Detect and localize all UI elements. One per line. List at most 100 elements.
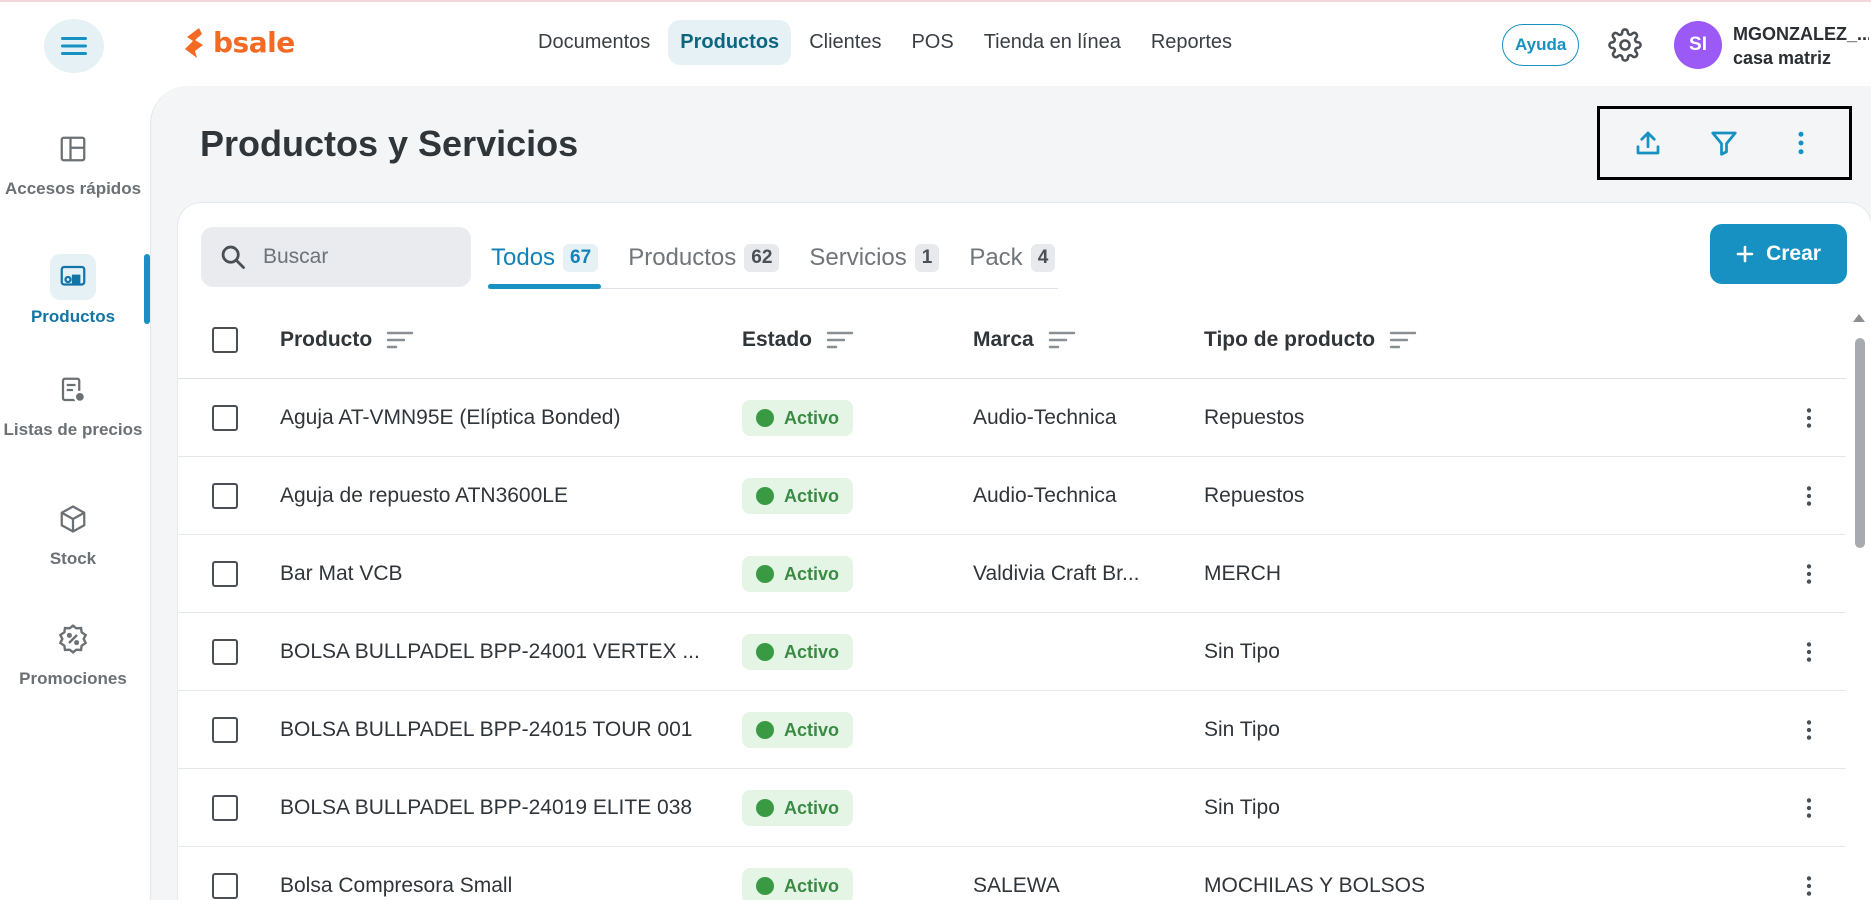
status-label: Activo [784, 563, 840, 584]
row-checkbox[interactable] [212, 639, 238, 665]
status-label: Activo [784, 797, 840, 818]
tab-label: Todos [491, 244, 556, 271]
nav-item-productos[interactable]: Productos [668, 20, 792, 65]
more-vertical-icon [1806, 876, 1812, 896]
table-row[interactable]: BOLSA BULLPADEL BPP-24019 ELITE 038 Acti… [178, 769, 1846, 847]
settings-button[interactable] [1608, 28, 1642, 67]
product-type: Sin Tipo [1204, 796, 1280, 819]
status-dot [756, 799, 774, 817]
more-options-button[interactable] [1777, 119, 1825, 167]
select-all-checkbox-cell [212, 301, 238, 379]
row-menu-button[interactable] [1794, 403, 1824, 433]
nav-item-tienda-en-linea[interactable]: Tienda en línea [972, 20, 1133, 65]
layout-icon [60, 136, 86, 162]
row-checkbox[interactable] [212, 405, 238, 431]
product-name[interactable]: BOLSA BULLPADEL BPP-24001 VERTEX ... [280, 613, 700, 691]
status-dot [756, 409, 774, 427]
tab-label: Productos [628, 244, 737, 271]
sidebar-item-productos[interactable]: Productos [0, 254, 146, 327]
nav-item-pos[interactable]: POS [899, 20, 965, 65]
user-branch[interactable]: casa matriz [1733, 48, 1831, 69]
sort-icon[interactable] [826, 329, 854, 351]
product-type: Sin Tipo [1204, 718, 1280, 741]
nav-item-documentos[interactable]: Documentos [526, 20, 662, 65]
nav-item-reportes[interactable]: Reportes [1139, 20, 1244, 65]
status-dot [756, 877, 774, 895]
status-badge: Activo [742, 634, 854, 670]
status-label: Activo [784, 407, 840, 428]
column-header-producto[interactable]: Producto [280, 301, 414, 379]
search-box[interactable] [201, 227, 471, 287]
status-badge: Activo [742, 556, 854, 592]
search-input[interactable] [263, 245, 463, 269]
sort-icon[interactable] [1389, 329, 1417, 351]
filter-button[interactable] [1700, 119, 1748, 167]
bsale-logo[interactable]: bsale [183, 26, 295, 59]
scroll-up-arrow[interactable] [1853, 314, 1865, 322]
table-row[interactable]: Aguja de repuesto ATN3600LE Activo Audio… [178, 457, 1846, 535]
export-button[interactable] [1624, 119, 1672, 167]
column-header-estado[interactable]: Estado [742, 301, 854, 379]
box-icon [60, 505, 86, 533]
help-button[interactable]: Ayuda [1502, 24, 1580, 66]
hamburger-menu-button[interactable] [44, 19, 104, 73]
product-name[interactable]: Aguja AT-VMN95E (Elíptica Bonded) [280, 379, 620, 457]
vertical-scrollbar-thumb[interactable] [1855, 338, 1865, 548]
tab-count-badge: 1 [914, 244, 940, 272]
row-menu-button[interactable] [1794, 793, 1824, 823]
table-row[interactable]: BOLSA BULLPADEL BPP-24001 VERTEX ... Act… [178, 613, 1846, 691]
row-checkbox-cell [212, 691, 238, 769]
tab-servicios[interactable]: Servicios 1 [806, 229, 942, 287]
sidebar-item-label: Productos [30, 307, 116, 326]
nav-item-clientes[interactable]: Clientes [797, 20, 893, 65]
sidebar-item-promociones[interactable]: Promociones [0, 616, 146, 689]
table-row[interactable]: Bar Mat VCB Activo Valdivia Craft Br... … [178, 535, 1846, 613]
hamburger-icon [61, 37, 87, 55]
column-header-label: Tipo de producto [1204, 328, 1376, 351]
product-type: Sin Tipo [1204, 640, 1280, 663]
row-checkbox-cell [212, 379, 238, 457]
sidebar-item-accesos-rapidos[interactable]: Accesos rápidos [0, 126, 146, 199]
row-menu-button[interactable] [1794, 481, 1824, 511]
sort-icon[interactable] [1048, 329, 1076, 351]
row-menu-button[interactable] [1794, 715, 1824, 745]
row-checkbox-cell [212, 457, 238, 535]
table-row[interactable]: Aguja AT-VMN95E (Elíptica Bonded) Activo… [178, 379, 1846, 457]
product-name[interactable]: Aguja de repuesto ATN3600LE [280, 457, 568, 535]
tab-todos[interactable]: Todos 67 [488, 229, 602, 289]
plus-icon [1736, 245, 1754, 263]
row-menu-button[interactable] [1794, 871, 1824, 900]
sidebar-icon-box [50, 126, 96, 172]
table-row[interactable]: BOLSA BULLPADEL BPP-24015 TOUR 001 Activ… [178, 691, 1846, 769]
row-checkbox[interactable] [212, 483, 238, 509]
column-header-label: Producto [280, 328, 373, 351]
product-name[interactable]: BOLSA BULLPADEL BPP-24015 TOUR 001 [280, 691, 692, 769]
tab-productos[interactable]: Productos 62 [625, 229, 782, 287]
table-row[interactable]: Bolsa Compresora Small Activo SALEWA MOC… [178, 847, 1846, 900]
row-menu-button[interactable] [1794, 559, 1824, 589]
sidebar-item-stock[interactable]: Stock [0, 496, 146, 569]
column-header-tipo-de-producto[interactable]: Tipo de producto [1204, 301, 1417, 379]
status-dot [756, 721, 774, 739]
brand-name: Audio-Technica [973, 406, 1117, 429]
row-menu-button[interactable] [1794, 637, 1824, 667]
select-all-checkbox[interactable] [212, 327, 238, 353]
sort-icon[interactable] [386, 329, 414, 351]
create-button[interactable]: Crear [1710, 224, 1847, 284]
tab-label: Pack [969, 244, 1023, 271]
row-checkbox[interactable] [212, 717, 238, 743]
row-checkbox[interactable] [212, 873, 238, 899]
product-name[interactable]: BOLSA BULLPADEL BPP-24019 ELITE 038 [280, 769, 692, 847]
sidebar-item-listas-de-precios[interactable]: Listas de precios [0, 367, 146, 440]
column-header-marca[interactable]: Marca [973, 301, 1076, 379]
user-name[interactable]: MGONZALEZ_... [1733, 24, 1869, 45]
row-checkbox[interactable] [212, 795, 238, 821]
more-vertical-icon [1806, 642, 1812, 662]
product-name[interactable]: Bolsa Compresora Small [280, 847, 512, 900]
tab-pack[interactable]: Pack 4 [966, 229, 1058, 287]
status-badge: Activo [742, 868, 854, 900]
row-checkbox[interactable] [212, 561, 238, 587]
product-name[interactable]: Bar Mat VCB [280, 535, 403, 613]
user-avatar[interactable]: SI [1674, 21, 1722, 69]
status-badge: Activo [742, 400, 854, 436]
